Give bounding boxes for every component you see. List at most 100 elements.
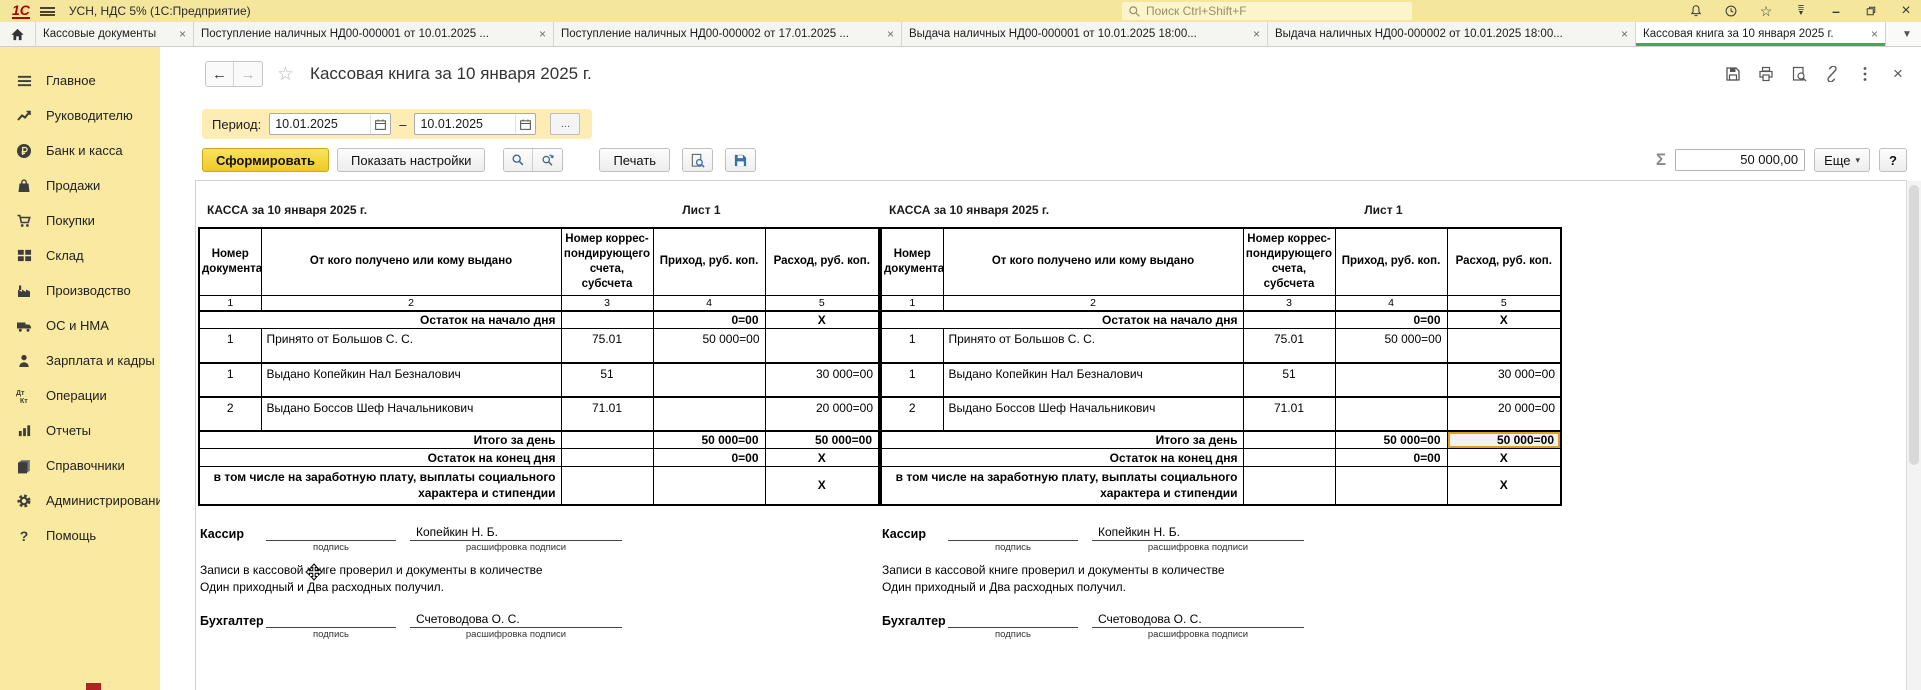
expense-cell[interactable]: 30 000=00	[1447, 363, 1561, 397]
payee-cell[interactable]: Принято от Большов С. С.	[943, 329, 1243, 363]
opening-balance-label[interactable]: Остаток на начало дня	[881, 311, 1243, 329]
doc-number-cell[interactable]: 1	[199, 363, 261, 397]
sidebar-item-production[interactable]: Производство	[0, 273, 160, 308]
tab-cash-issue-1[interactable]: Выдача наличных НД00-000001 от 10.01.202…	[902, 22, 1268, 46]
cash-book-table[interactable]: Номер документа От кого получено или ком…	[880, 227, 1562, 506]
closing-balance-income[interactable]: 0=00	[1335, 449, 1447, 467]
tab-cash-issue-2[interactable]: Выдача наличных НД00-000002 от 10.01.202…	[1268, 22, 1636, 46]
calendar-icon[interactable]	[515, 114, 535, 134]
doc-number-cell[interactable]: 1	[199, 329, 261, 363]
closing-balance-income[interactable]: 0=00	[653, 449, 765, 467]
doc-number-cell[interactable]: 2	[199, 397, 261, 431]
income-cell[interactable]: 50 000=00	[653, 329, 765, 363]
period-from-input[interactable]: 10.01.2025	[269, 113, 391, 135]
close-form-icon[interactable]: ×	[1889, 65, 1907, 83]
sidebar-item-administration[interactable]: Администрирование	[0, 483, 160, 518]
favorites-star-icon[interactable]: ☆	[1757, 2, 1775, 20]
opening-balance-income[interactable]: 0=00	[653, 311, 765, 329]
opening-balance-expense[interactable]: X	[1447, 311, 1561, 329]
tab-cash-receipt-1[interactable]: Поступление наличных НД00-000001 от 10.0…	[194, 22, 554, 46]
opening-balance-label[interactable]: Остаток на начало дня	[199, 311, 561, 329]
income-cell[interactable]	[1335, 363, 1447, 397]
minimize-icon[interactable]: –	[1827, 2, 1845, 20]
expense-cell[interactable]: 20 000=00	[1447, 397, 1561, 431]
account-cell[interactable]: 75.01	[561, 329, 653, 363]
sidebar-item-fixed-assets[interactable]: ОС и НМА	[0, 308, 160, 343]
empty-cell[interactable]	[1243, 311, 1335, 329]
empty-cell[interactable]	[1243, 431, 1335, 449]
restore-icon[interactable]	[1862, 2, 1880, 20]
show-settings-button[interactable]: Показать настройки	[337, 148, 485, 172]
service-menu-icon[interactable]: ≡▼	[1792, 2, 1810, 20]
sidebar-item-manager[interactable]: Руководителю	[0, 98, 160, 133]
nav-forward-button[interactable]: →	[234, 62, 262, 86]
opening-balance-expense[interactable]: X	[765, 311, 879, 329]
tab-close-icon[interactable]: ×	[887, 27, 894, 41]
preview-icon[interactable]	[1790, 65, 1808, 83]
period-more-button[interactable]: ...	[550, 113, 580, 135]
sidebar-item-main[interactable]: Главное	[0, 63, 160, 98]
total-expense-cell[interactable]: 50 000=00	[765, 431, 879, 449]
including-salary-label[interactable]: в том числе на заработную плату, выплаты…	[881, 467, 1243, 505]
closing-balance-label[interactable]: Остаток на конец дня	[199, 449, 561, 467]
calendar-icon[interactable]	[370, 114, 390, 134]
day-total-label[interactable]: Итого за день	[881, 431, 1243, 449]
sidebar-item-bank-cash[interactable]: Банк и касса	[0, 133, 160, 168]
tab-close-icon[interactable]: ×	[539, 27, 546, 41]
total-income-cell[interactable]: 50 000=00	[1335, 431, 1447, 449]
sidebar-item-sales[interactable]: Продажи	[0, 168, 160, 203]
opening-balance-income[interactable]: 0=00	[1335, 311, 1447, 329]
more-menu-kebab-icon[interactable]	[1856, 65, 1874, 83]
payee-cell[interactable]: Принято от Большов С. С.	[261, 329, 561, 363]
account-cell[interactable]: 75.01	[1243, 329, 1335, 363]
sidebar-item-warehouse[interactable]: Склад	[0, 238, 160, 273]
save-icon[interactable]	[1724, 65, 1742, 83]
total-expense-cell[interactable]: 50 000=00	[1447, 431, 1561, 449]
cash-book-table[interactable]: Номер документа От кого получено или ком…	[198, 227, 880, 506]
tab-close-icon[interactable]: ×	[1871, 27, 1878, 41]
closing-balance-expense[interactable]: X	[765, 449, 879, 467]
day-total-label[interactable]: Итого за день	[199, 431, 561, 449]
help-button[interactable]: ?	[1879, 148, 1907, 172]
more-button[interactable]: Еще▾	[1814, 148, 1870, 172]
tab-close-icon[interactable]: ×	[1621, 27, 1628, 41]
including-expense-cell[interactable]: X	[1447, 467, 1561, 505]
payee-cell[interactable]: Выдано Копейкин Нал Безналович	[261, 363, 561, 397]
account-cell[interactable]: 51	[1243, 363, 1335, 397]
main-menu-icon[interactable]	[40, 7, 55, 16]
home-tab[interactable]	[0, 22, 36, 46]
add-favorite-star-icon[interactable]: ☆	[277, 63, 294, 86]
empty-cell[interactable]	[1335, 467, 1447, 505]
closing-balance-label[interactable]: Остаток на конец дня	[881, 449, 1243, 467]
sidebar-item-directories[interactable]: Справочники	[0, 448, 160, 483]
payee-cell[interactable]: Выдано Боссов Шеф Начальникович	[943, 397, 1243, 431]
nav-back-button[interactable]: ←	[206, 62, 234, 86]
scrollbar-thumb[interactable]	[1909, 185, 1919, 465]
payee-cell[interactable]: Выдано Боссов Шеф Начальникович	[261, 397, 561, 431]
doc-number-cell[interactable]: 1	[881, 363, 943, 397]
tab-cash-book[interactable]: Кассовая книга за 10 января 2025 г. ×	[1636, 22, 1886, 46]
including-salary-label[interactable]: в том числе на заработную плату, выплаты…	[199, 467, 561, 505]
autosum-value[interactable]: 50 000,00	[1675, 149, 1805, 171]
payee-cell[interactable]: Выдано Копейкин Нал Безналович	[943, 363, 1243, 397]
sidebar-item-help[interactable]: ? Помощь	[0, 518, 160, 553]
empty-cell[interactable]	[1243, 467, 1335, 505]
expense-cell[interactable]: 20 000=00	[765, 397, 879, 431]
history-icon[interactable]	[1722, 2, 1740, 20]
including-expense-cell[interactable]: X	[765, 467, 879, 505]
doc-number-cell[interactable]: 2	[881, 397, 943, 431]
closing-balance-expense[interactable]: X	[1447, 449, 1561, 467]
close-window-icon[interactable]: ×	[1897, 2, 1915, 20]
income-cell[interactable]	[1335, 397, 1447, 431]
tab-cash-documents[interactable]: Кассовые документы ×	[36, 22, 194, 46]
find-button[interactable]	[504, 149, 533, 171]
sidebar-item-purchases[interactable]: Покупки	[0, 203, 160, 238]
save-result-button[interactable]	[725, 148, 756, 172]
account-cell[interactable]: 51	[561, 363, 653, 397]
doc-number-cell[interactable]: 1	[881, 329, 943, 363]
sidebar-item-salary-hr[interactable]: Зарплата и кадры	[0, 343, 160, 378]
account-cell[interactable]: 71.01	[561, 397, 653, 431]
expense-cell[interactable]	[765, 329, 879, 363]
find-next-button[interactable]	[533, 149, 562, 171]
empty-cell[interactable]	[561, 467, 653, 505]
